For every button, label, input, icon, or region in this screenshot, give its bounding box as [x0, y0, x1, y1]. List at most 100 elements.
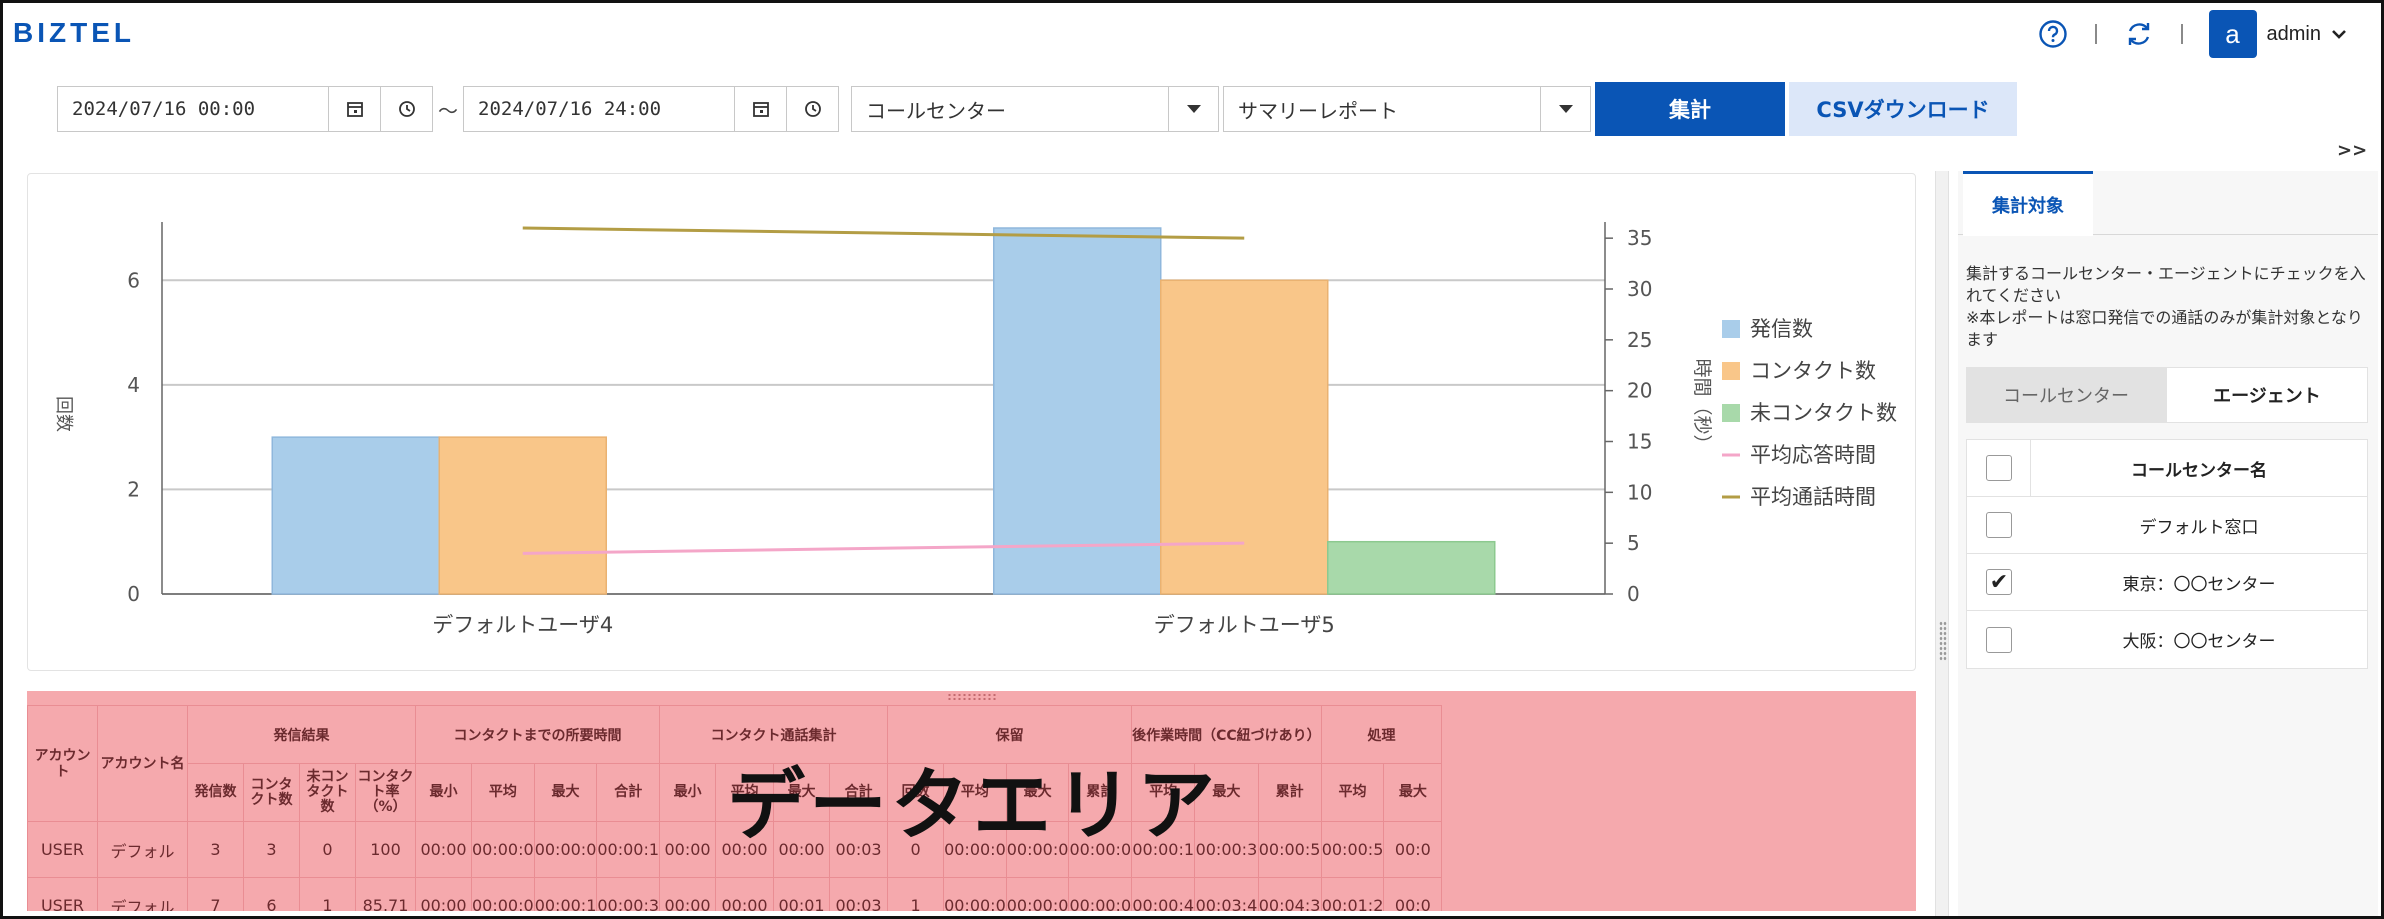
csv-download-button[interactable]: CSVダウンロード [1789, 82, 2017, 136]
list-header-label: コールセンター名 [2131, 460, 2267, 481]
legend-label: 平均通話時間 [1750, 485, 1876, 509]
col-subheader: 累計 [1068, 763, 1133, 822]
col-header-account: アカウント [27, 705, 98, 822]
tab-aggregate-target[interactable]: 集計対象 [1963, 171, 2093, 236]
table-cell: 00:00 [415, 821, 472, 878]
start-datetime-field[interactable]: 2024/07/16 00:00 [57, 86, 433, 132]
refresh-icon[interactable] [2123, 18, 2155, 50]
header-actions: a admin [2037, 9, 2347, 59]
table-cell: 0 [299, 821, 356, 878]
table-cell: 00:00:3 [1194, 821, 1259, 878]
select-all-checkbox[interactable] [1985, 455, 2012, 481]
end-datetime-field[interactable]: 2024/07/16 24:00 [463, 86, 839, 132]
table-cell: 00:03:4 [1194, 877, 1259, 911]
col-subheader: 最小 [659, 763, 717, 822]
bar-2 [1327, 540, 1496, 595]
col-subheader: 平均 [715, 763, 775, 822]
table-cell: 100 [355, 821, 416, 878]
table-cell: 00:00 [773, 821, 831, 878]
calendar-icon[interactable] [328, 87, 380, 131]
table-cell: 00:03 [829, 821, 889, 878]
col-subheader: 発信数 [187, 763, 244, 822]
callcenter-list: コールセンター名 デフォルト窓口 ✔ 東京：〇〇センター大阪：〇〇センター [1966, 439, 2368, 669]
dropdown-arrow-icon[interactable] [1540, 87, 1590, 131]
legend-swatch [1722, 404, 1740, 422]
report-type-value: サマリーレポート [1238, 98, 1398, 123]
right-panel: 集計対象 集計するコールセンター・エージェントにチェックを入れてください ※本レポ… [1958, 171, 2378, 916]
table-cell: 6 [243, 877, 300, 911]
table-cell: 00:00:0 [1068, 821, 1133, 878]
list-item-label: 大阪：〇〇センター [2122, 632, 2276, 652]
user-menu[interactable]: a admin [2208, 10, 2347, 58]
col-subheader: 合計 [596, 763, 661, 822]
col-header-account-name: アカウント名 [97, 705, 188, 822]
checkbox-checked[interactable]: ✔ [1986, 569, 2012, 595]
bar-0 [993, 227, 1162, 595]
panel-divider[interactable] [1935, 171, 1949, 916]
col-group-header: コンタクトまでの所要時間 [414, 705, 661, 764]
table-cell: 00:04:3 [1257, 877, 1322, 911]
y2-tick-label: 15 [1627, 430, 1652, 454]
checkbox[interactable] [1986, 512, 2012, 538]
table-cell: 00:00:0 [471, 877, 535, 911]
range-separator: ～ [438, 98, 458, 123]
help-icon[interactable] [2037, 18, 2069, 50]
avatar: a [2208, 10, 2257, 58]
list-item[interactable]: ✔ 東京：〇〇センター [1967, 554, 2367, 611]
legend-label: コンタクト数 [1750, 359, 1876, 383]
calendar-icon[interactable] [734, 87, 786, 131]
seg-callcenter[interactable]: コールセンター [1966, 367, 2166, 423]
end-datetime-value[interactable]: 2024/07/16 24:00 [464, 98, 734, 120]
dropdown-arrow-icon[interactable] [1168, 87, 1218, 131]
header-separator [2094, 24, 2097, 44]
y2-tick-label: 10 [1627, 480, 1652, 504]
table-cell: 00:00:1 [1131, 821, 1196, 878]
checkbox[interactable] [1986, 626, 2012, 653]
y-tick-label: 6 [127, 268, 140, 292]
table-cell: 3 [243, 821, 300, 878]
table-cell: 00:00:0 [1068, 877, 1133, 911]
table-cell: USER [27, 877, 98, 911]
chart-card: 0 2 4 6 0 5 10 15 20 25 30 35 回数 時間（秒） デフォルトユーザ4 デフォルトユ… [27, 173, 1916, 671]
table-cell: デフォル [97, 877, 188, 911]
col-group-header: コンタクト通話集計 [659, 705, 889, 764]
report-type-select[interactable]: サマリーレポート [1223, 86, 1591, 132]
col-subheader: コンタクト率（%） [355, 763, 416, 822]
y-tick-label: 2 [127, 477, 140, 501]
biztel-logo: BIZTEL [13, 17, 135, 48]
y2-tick-label: 0 [1627, 582, 1640, 606]
col-subheader: 最大 [1383, 763, 1443, 822]
expand-panel-toggle[interactable]: >> [2337, 140, 2367, 161]
table-row[interactable]: USER デフォル 7 6 1 85.71 00:00 00:00:0 00:00:1 00:00… [27, 877, 1443, 911]
callcenter-select[interactable]: コールセンター [851, 86, 1219, 132]
legend-label: 発信数 [1750, 317, 1813, 341]
chevron-down-icon [2332, 30, 2346, 39]
table-cell: USER [27, 821, 98, 878]
col-group-header: 発信結果 [187, 705, 416, 764]
seg-agent[interactable]: エージェント [2166, 367, 2368, 423]
col-subheader: 累計 [1257, 763, 1322, 822]
y2-tick-label: 35 [1627, 226, 1652, 250]
table-row[interactable]: USER デフォル 3 3 0 100 00:00 00:00:0 00:00:0 00:00:1… [27, 821, 1443, 878]
aggregate-button[interactable]: 集計 [1595, 82, 1785, 136]
legend-label: 平均応答時間 [1750, 443, 1876, 467]
table-cell: 00:00:4 [1131, 877, 1196, 911]
table-cell: 00:03 [829, 877, 889, 911]
clock-icon[interactable] [380, 87, 432, 131]
y2-tick-label: 30 [1627, 277, 1652, 301]
table-cell: 00:00 [715, 877, 775, 911]
list-item[interactable]: 大阪：〇〇センター [1967, 611, 2367, 668]
username: admin [2266, 22, 2321, 45]
table-cell: 00:01 [773, 877, 831, 911]
resize-grip[interactable] [947, 693, 997, 701]
y-tick-label: 0 [127, 582, 140, 606]
bar-0 [271, 436, 440, 595]
table-cell: 00:00:3 [596, 877, 661, 911]
clock-icon[interactable] [786, 87, 838, 131]
col-group-header: 後作業時間（CC紐づけあり） [1131, 705, 1322, 764]
start-datetime-value[interactable]: 2024/07/16 00:00 [58, 98, 328, 120]
table-cell: 00:0 [1383, 877, 1443, 911]
list-item-label: デフォルト窓口 [2139, 517, 2259, 538]
table-cell: 00:00:0 [1005, 821, 1070, 878]
list-item[interactable]: デフォルト窓口 [1967, 497, 2367, 554]
